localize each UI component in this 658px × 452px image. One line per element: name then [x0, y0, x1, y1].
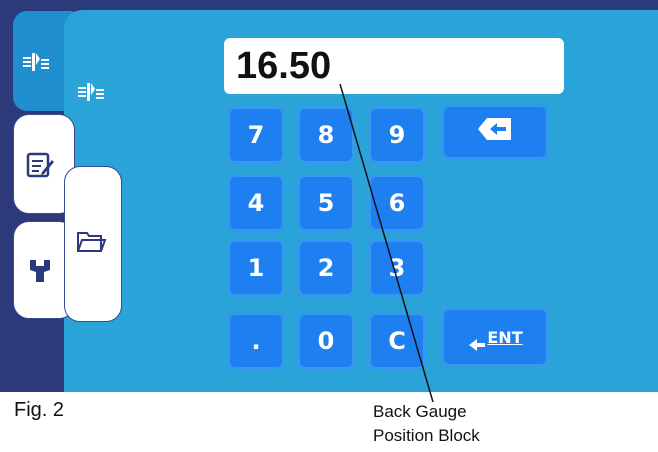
- key-label: 2: [317, 254, 335, 282]
- key-label: C: [388, 327, 406, 355]
- key-6[interactable]: 6: [369, 175, 425, 231]
- key-2[interactable]: 2: [298, 240, 354, 296]
- key-9[interactable]: 9: [369, 107, 425, 163]
- key-label: 7: [247, 121, 265, 149]
- backspace-icon: [475, 115, 515, 149]
- key-5[interactable]: 5: [298, 175, 354, 231]
- key-label: 4: [247, 189, 265, 217]
- display-value: 16.50: [236, 44, 332, 87]
- backspace-button[interactable]: [442, 105, 548, 159]
- callout-line-2: Position Block: [373, 426, 480, 445]
- key-label: 3: [388, 254, 406, 282]
- key-label: 1: [247, 254, 265, 282]
- key-1[interactable]: 1: [228, 240, 284, 296]
- tab-files[interactable]: [64, 166, 122, 322]
- key-8[interactable]: 8: [298, 107, 354, 163]
- enter-label: ENT: [487, 327, 523, 347]
- key-7[interactable]: 7: [228, 107, 284, 163]
- key-clear[interactable]: C: [369, 313, 425, 369]
- enter-button[interactable]: ENT: [442, 308, 548, 366]
- machine-screen: 16.50 7 8 9 4 5 6 1 2 3 . 0 C ENT: [0, 0, 658, 392]
- key-4[interactable]: 4: [228, 175, 284, 231]
- callout-line-1: Back Gauge: [373, 402, 467, 421]
- enter-icon: ENT: [467, 323, 523, 351]
- gauge-position-icon: [21, 46, 51, 76]
- key-3[interactable]: 3: [369, 240, 425, 296]
- key-decimal[interactable]: .: [228, 313, 284, 369]
- position-display[interactable]: 16.50: [224, 38, 564, 94]
- key-label: 5: [317, 189, 335, 217]
- wrench-icon: [24, 254, 56, 286]
- key-label: 9: [388, 121, 406, 149]
- key-label: 8: [317, 121, 335, 149]
- gauge-position-icon: [76, 78, 106, 104]
- figure-label: Fig. 2: [14, 399, 65, 421]
- edit-document-icon: [24, 149, 56, 181]
- key-0[interactable]: 0: [298, 313, 354, 369]
- key-label: 0: [317, 327, 335, 355]
- key-label: .: [251, 327, 261, 355]
- folder-icon: [73, 223, 109, 259]
- key-label: 6: [388, 189, 406, 217]
